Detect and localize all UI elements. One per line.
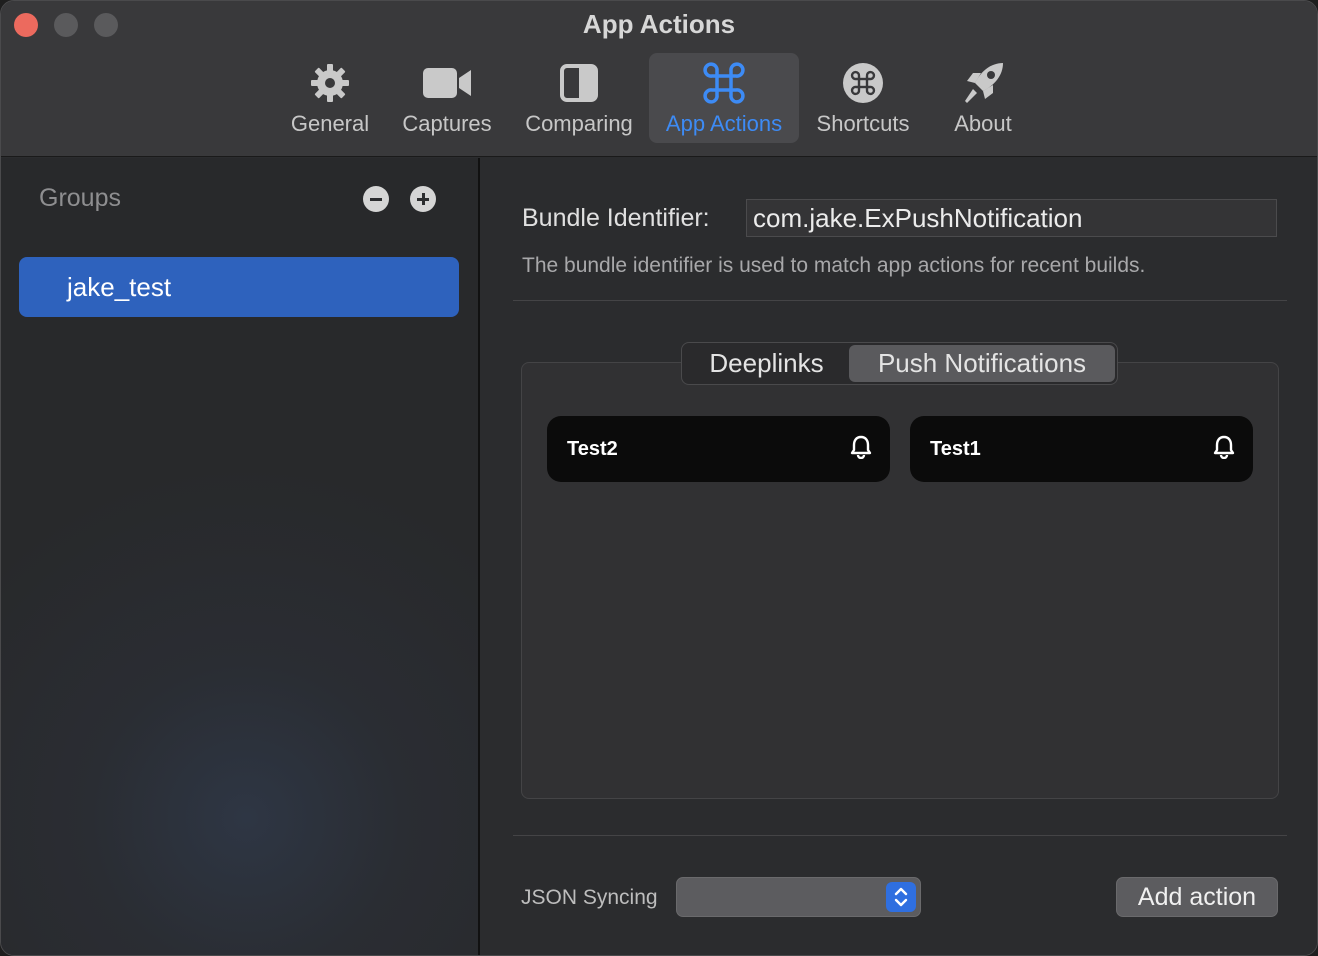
groups-sidebar: Groups jake_test — [1, 158, 480, 955]
add-action-button[interactable]: Add action — [1116, 877, 1278, 917]
rocket-icon — [959, 61, 1007, 105]
tab-comparing[interactable]: Comparing — [511, 53, 647, 143]
video-camera-icon — [422, 61, 472, 105]
app-actions-detail: Bundle Identifier: The bundle identifier… — [482, 158, 1317, 955]
toolbar-tabs: General Captures Comparing App Actions S… — [277, 53, 1041, 143]
chevron-up-down-icon — [886, 882, 916, 912]
bell-icon — [1213, 435, 1235, 464]
group-item-label: jake_test — [67, 271, 172, 302]
json-syncing-popup[interactable] — [676, 877, 921, 917]
bell-icon — [850, 435, 872, 464]
bundle-identifier-field[interactable] — [746, 199, 1277, 237]
segment-deeplinks[interactable]: Deeplinks — [684, 345, 849, 382]
group-item[interactable]: jake_test — [19, 257, 459, 317]
tab-app-actions[interactable]: App Actions — [649, 53, 799, 143]
tab-about[interactable]: About — [925, 53, 1041, 143]
tab-label: Comparing — [525, 111, 633, 136]
tab-general[interactable]: General — [277, 53, 383, 143]
plus-icon-vertical — [421, 193, 425, 205]
bundle-identifier-help: The bundle identifier is used to match a… — [522, 254, 1146, 277]
toolbar: App Actions General Captures Comparing A… — [1, 1, 1317, 157]
tab-captures[interactable]: Captures — [383, 53, 511, 143]
command-circle-icon — [842, 61, 884, 105]
tab-label: About — [954, 111, 1012, 136]
add-group-button[interactable] — [410, 186, 436, 212]
tab-label: General — [290, 111, 370, 136]
tab-label: App Actions — [665, 111, 783, 136]
divider — [513, 835, 1287, 836]
action-name: Test2 — [567, 437, 618, 460]
groups-title: Groups — [39, 184, 121, 212]
tab-label: Shortcuts — [816, 111, 910, 136]
bundle-identifier-label: Bundle Identifier: — [522, 204, 710, 232]
divider — [513, 300, 1287, 301]
remove-group-button[interactable] — [363, 186, 389, 212]
action-card[interactable]: Test2 — [547, 416, 890, 482]
action-card[interactable]: Test1 — [910, 416, 1253, 482]
action-name: Test1 — [930, 437, 981, 460]
preferences-window: App Actions General Captures Comparing A… — [0, 0, 1318, 956]
action-type-segmented-control: Deeplinks Push Notifications — [681, 342, 1118, 385]
tab-shortcuts[interactable]: Shortcuts — [801, 53, 925, 143]
tab-label: Captures — [402, 111, 492, 136]
command-icon — [703, 61, 745, 105]
minus-icon — [370, 197, 382, 201]
gear-icon — [308, 61, 352, 105]
json-syncing-label: JSON Syncing — [521, 886, 658, 909]
window-title: App Actions — [582, 9, 736, 39]
split-view-icon — [559, 61, 599, 105]
segment-push-notifications[interactable]: Push Notifications — [849, 345, 1115, 382]
